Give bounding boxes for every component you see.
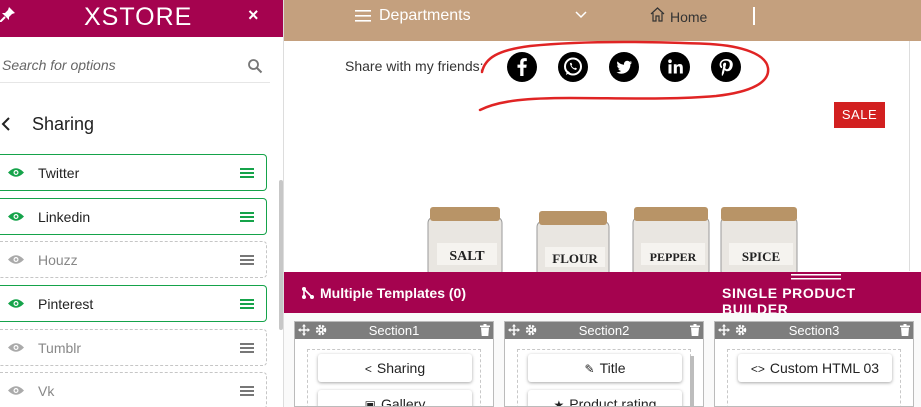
pinterest-icon[interactable] <box>711 52 741 82</box>
trash-icon[interactable] <box>900 324 910 336</box>
sidebar-scrollbar[interactable] <box>279 180 283 330</box>
xstore-logo: XSTORE <box>84 3 193 31</box>
drag-lines-icon[interactable] <box>791 274 841 280</box>
back-button[interactable]: Sharing <box>0 112 270 138</box>
move-icon[interactable] <box>298 324 310 336</box>
section-header: Section1 <box>295 322 493 339</box>
element-label: Custom HTML 03 <box>769 360 880 376</box>
whatsapp-icon[interactable] <box>558 52 588 82</box>
search-input[interactable] <box>0 48 240 82</box>
element-title[interactable]: ✎ Title <box>528 354 682 382</box>
pin-icon[interactable] <box>0 6 16 22</box>
element-label: Title <box>599 360 626 376</box>
search-box <box>0 48 270 83</box>
drag-handle-icon[interactable] <box>240 343 254 353</box>
search-icon[interactable] <box>247 58 263 74</box>
option-label: Linkedin <box>38 209 91 225</box>
builder-toolbar: Multiple Templates (0) SINGLE PRODUCT BU… <box>284 272 921 317</box>
eye-icon[interactable] <box>8 298 24 309</box>
jar-label: SPICE <box>742 249 780 264</box>
product-image[interactable]: SALT FLOUR PEPPER SPICE <box>415 205 815 273</box>
option-label: Houzz <box>38 252 78 268</box>
twitter-icon[interactable] <box>609 52 639 82</box>
option-pinterest[interactable]: Pinterest <box>0 285 267 322</box>
section-dropzone: < Sharing ▣ Gallery <box>307 349 481 407</box>
gear-icon[interactable] <box>525 324 537 336</box>
move-icon[interactable] <box>508 324 520 336</box>
element-product-rating[interactable]: ★ Product rating <box>528 390 682 407</box>
jar-label: SALT <box>449 249 485 264</box>
eye-icon[interactable] <box>8 167 24 178</box>
option-label: Twitter <box>38 165 80 181</box>
drag-handle-icon[interactable] <box>240 212 254 222</box>
option-tumblr[interactable]: Tumblr <box>0 329 267 366</box>
section-dropzone: <> Custom HTML 03 <box>727 349 901 406</box>
code-icon: <> <box>750 362 765 376</box>
share-label: Share with my friends: <box>345 58 484 74</box>
home-link[interactable]: Home <box>670 9 707 25</box>
hamburger-icon[interactable] <box>355 9 371 23</box>
section-2[interactable]: Section2 ✎ Title ★ Product rating <box>504 321 704 407</box>
home-icon[interactable] <box>650 7 665 22</box>
option-label: Vk <box>38 383 55 399</box>
trash-icon[interactable] <box>480 324 490 336</box>
sale-badge: SALE <box>834 102 885 128</box>
drag-handle-icon[interactable] <box>240 168 254 178</box>
eye-icon[interactable] <box>8 385 24 396</box>
option-vk[interactable]: Vk <box>0 372 267 407</box>
jar-label: PEPPER <box>650 250 697 264</box>
element-label: Sharing <box>376 360 426 376</box>
star-icon: ★ <box>553 398 565 407</box>
drag-handle-icon[interactable] <box>240 386 254 396</box>
element-label: Product rating <box>569 396 657 407</box>
multiple-templates-button[interactable]: Multiple Templates (0) <box>320 285 466 301</box>
trash-icon[interactable] <box>690 324 700 336</box>
site-header: Departments Home <box>284 0 921 41</box>
element-custom-html[interactable]: <> Custom HTML 03 <box>738 354 892 382</box>
element-label: Gallery <box>380 396 426 407</box>
departments-menu[interactable]: Departments <box>379 7 471 25</box>
facebook-icon[interactable] <box>507 52 537 82</box>
chevron-left-icon <box>1 117 10 131</box>
gear-icon[interactable] <box>315 324 327 336</box>
close-icon[interactable]: × <box>248 5 259 25</box>
branch-icon[interactable] <box>301 286 315 300</box>
share-icon: < <box>364 362 372 376</box>
jar-label: FLOUR <box>552 251 598 266</box>
eye-icon[interactable] <box>8 342 24 353</box>
drag-handle-icon[interactable] <box>240 299 254 309</box>
panel-title: Sharing <box>32 114 95 134</box>
sidebar-header: XSTORE × <box>0 0 283 37</box>
customizer-sidebar: XSTORE × Sharing Twitter Linkedin Houzz … <box>0 0 284 407</box>
page-scrollbar[interactable] <box>909 41 921 271</box>
drag-handle-icon[interactable] <box>240 255 254 265</box>
edit-icon: ✎ <box>584 362 595 376</box>
option-label: Tumblr <box>38 340 82 356</box>
header-divider <box>753 7 755 25</box>
section-dropzone: ✎ Title ★ Product rating <box>517 349 694 407</box>
section-header: Section3 <box>715 322 913 339</box>
chevron-down-icon[interactable] <box>575 11 587 19</box>
option-label: Pinterest <box>38 296 94 312</box>
option-houzz[interactable]: Houzz <box>0 241 267 278</box>
section-3[interactable]: Section3 <> Custom HTML 03 <box>714 321 914 407</box>
move-icon[interactable] <box>718 324 730 336</box>
section-scrollbar[interactable] <box>690 356 694 406</box>
element-gallery[interactable]: ▣ Gallery <box>318 390 472 407</box>
section-header: Section2 <box>505 322 703 339</box>
section-1[interactable]: Section1 < Sharing ▣ Gallery <box>294 321 494 407</box>
eye-icon[interactable] <box>8 211 24 222</box>
option-twitter[interactable]: Twitter <box>0 154 267 191</box>
option-linkedin[interactable]: Linkedin <box>0 198 267 235</box>
gear-icon[interactable] <box>735 324 747 336</box>
linkedin-icon[interactable] <box>660 52 690 82</box>
image-icon: ▣ <box>364 398 376 407</box>
element-sharing[interactable]: < Sharing <box>318 354 472 382</box>
eye-icon[interactable] <box>8 254 24 265</box>
